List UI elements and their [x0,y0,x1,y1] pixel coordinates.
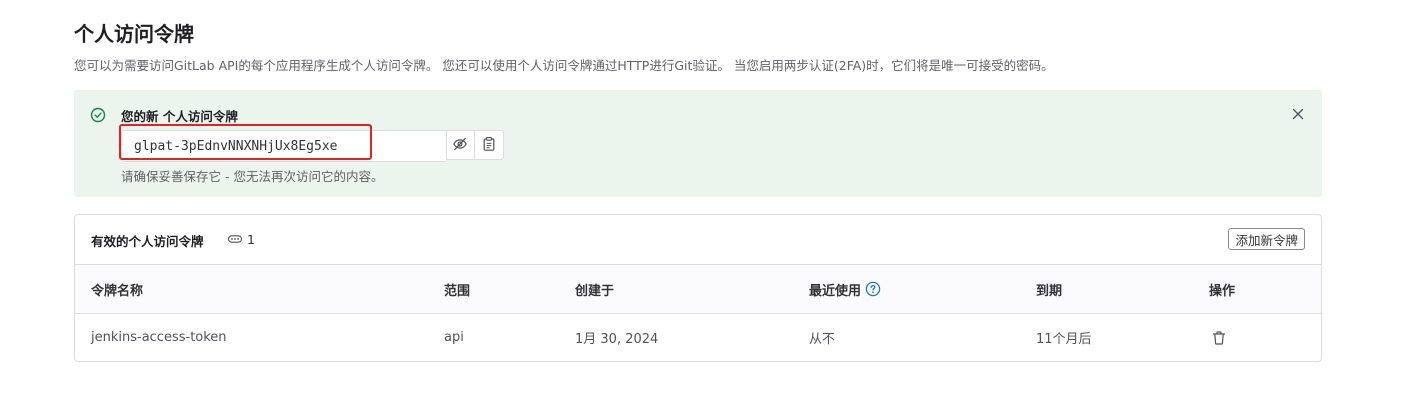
alert-hint: 请确保妥善保存它 - 您无法再次访问它的内容。 [121,169,384,184]
active-tokens-card: 有效的个人访问令牌 1 添加新令牌 令牌名称 范围 创建于 最近使用 到期 操作… [74,214,1322,362]
eye-slash-icon [452,136,468,155]
check-circle-icon [90,107,106,123]
column-header-actions: 操作 [1209,283,1236,299]
token-created-cell: 1月 30, 2024 [575,332,659,347]
token-value-input[interactable] [121,130,446,162]
table-row: jenkins-access-token api 1月 30, 2024 从不 … [75,314,1321,361]
card-header: 有效的个人访问令牌 1 添加新令牌 [75,215,1321,265]
column-header-created: 创建于 [575,283,615,299]
column-header-expires: 到期 [1036,283,1063,299]
page-description: 您可以为需要访问GitLab API的每个应用程序生成个人访问令牌。 您还可以使… [74,58,1054,73]
token-count-badge: 1 [227,231,255,247]
alert-title: 您的新 个人访问令牌 [121,109,238,124]
toggle-visibility-button[interactable] [445,130,475,160]
column-header-last-used-label: 最近使用 [809,283,862,299]
trash-icon[interactable] [1209,328,1229,348]
token-actions-cell [1209,314,1229,361]
clipboard-icon [481,136,497,155]
token-expires-cell: 11个月后 [1036,332,1092,347]
copy-token-button[interactable] [474,130,504,160]
question-circle-icon[interactable] [865,281,881,297]
token-name-cell: jenkins-access-token [91,330,227,345]
page-title: 个人访问令牌 [74,22,194,46]
new-token-alert: 您的新 个人访问令牌 glpat-3pEdnvNNXNHjUx8Eg5xe 请确… [74,90,1322,197]
table-header: 令牌名称 范围 创建于 最近使用 到期 操作 [75,265,1321,314]
add-new-token-button[interactable]: 添加新令牌 [1228,228,1305,250]
close-icon[interactable] [1290,106,1306,122]
token-field-group [121,130,504,162]
token-scope-cell: api [444,330,464,345]
column-header-name: 令牌名称 [91,283,144,299]
column-header-last-used: 最近使用 [809,265,881,313]
card-title: 有效的个人访问令牌 [91,234,204,249]
token-icon [227,235,243,243]
column-header-scope: 范围 [444,283,471,299]
token-last-used-cell: 从不 [809,332,836,347]
token-count: 1 [247,231,255,247]
